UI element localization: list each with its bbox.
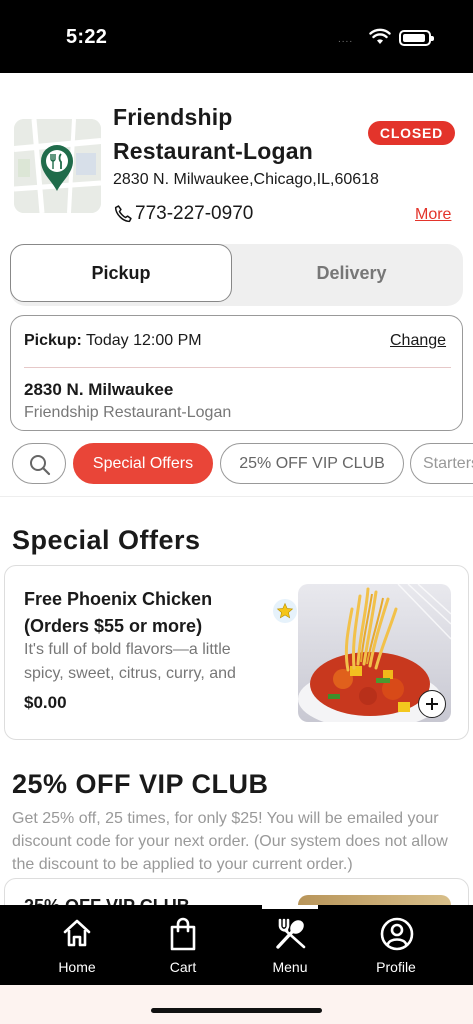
section-title-special-offers: Special Offers	[12, 525, 201, 555]
tab-delivery[interactable]: Delivery	[240, 244, 463, 302]
tab-label: Menu	[272, 959, 308, 975]
restaurant-name: Friendship Restaurant-Logan	[113, 104, 313, 164]
bottom-tab-bar: Home Cart Menu Profile	[0, 905, 473, 985]
search-button[interactable]	[12, 443, 66, 484]
user-circle-icon	[380, 917, 414, 951]
tab-label: Home	[58, 959, 96, 975]
search-icon	[30, 455, 51, 476]
restaurant-phone[interactable]: 773-227-0970	[135, 203, 253, 225]
phone-icon	[114, 205, 132, 223]
shopping-bag-icon	[170, 917, 196, 951]
menu-item-description: It's full of bold flavors—a little spicy…	[24, 641, 236, 682]
pickup-address: 2830 N. Milwaukee	[24, 380, 174, 399]
more-link[interactable]: More	[415, 206, 451, 224]
home-icon	[63, 919, 91, 947]
chip-special-offers[interactable]: Special Offers	[73, 443, 213, 484]
section-description: Get 25% off, 25 times, for only $25! You…	[12, 810, 448, 873]
tab-label: Profile	[376, 959, 416, 975]
menu-item-price: $0.00	[24, 693, 67, 712]
pickup-time: Today 12:00 PM	[85, 332, 202, 349]
restaurant-logo	[14, 119, 101, 213]
pickup-time-row: Pickup: Today 12:00 PM	[24, 332, 202, 350]
tab-cart[interactable]: Cart	[138, 905, 228, 985]
tab-home[interactable]: Home	[32, 905, 122, 985]
status-bar: 5:22 ....	[0, 0, 473, 73]
menu-item-name: 25% OFF VIP CLUB	[24, 896, 190, 905]
category-chips: Special Offers 25% OFF VIP CLUB Starters	[0, 443, 473, 487]
pickup-restaurant-name: Friendship Restaurant-Logan	[24, 404, 232, 421]
status-badge: CLOSED	[368, 121, 455, 145]
add-item-button[interactable]	[418, 690, 446, 718]
tab-pickup[interactable]: Pickup	[10, 244, 232, 302]
menu-item-name: Free Phoenix Chicken (Orders $55 or more…	[24, 589, 213, 636]
chip-vip-club[interactable]: 25% OFF VIP CLUB	[220, 443, 404, 484]
battery-icon	[399, 30, 434, 46]
pickup-details-card: Pickup: Today 12:00 PM Change 2830 N. Mi…	[10, 315, 463, 431]
signal-indicator: ....	[338, 34, 354, 45]
status-time: 5:22	[66, 26, 108, 48]
menu-item-card[interactable]: 25% OFF VIP CLUB	[4, 878, 469, 905]
change-pickup-link[interactable]: Change	[390, 332, 446, 350]
order-type-toggle: Pickup Delivery	[10, 244, 463, 306]
main-content[interactable]: Friendship Restaurant-Logan CLOSED 2830 …	[0, 73, 473, 905]
pickup-label: Pickup:	[24, 332, 82, 349]
utensils-icon	[276, 918, 306, 949]
map-pin-utensils-icon	[14, 119, 101, 213]
star-icon	[276, 602, 294, 619]
chip-starters[interactable]: Starters	[410, 443, 473, 484]
featured-badge	[273, 599, 297, 623]
tab-profile[interactable]: Profile	[351, 905, 441, 985]
divider	[0, 496, 473, 497]
home-indicator[interactable]	[151, 1008, 322, 1013]
section-title-vip-club: 25% OFF VIP CLUB	[12, 769, 269, 799]
menu-item-card[interactable]: Free Phoenix Chicken (Orders $55 or more…	[4, 565, 469, 740]
restaurant-address: 2830 N. Milwaukee,Chicago,IL,60618	[113, 171, 379, 188]
tab-label: Cart	[169, 959, 197, 975]
menu-item-image	[298, 895, 451, 905]
divider	[24, 367, 451, 368]
tab-menu[interactable]: Menu	[245, 905, 335, 985]
wifi-icon	[369, 28, 391, 44]
